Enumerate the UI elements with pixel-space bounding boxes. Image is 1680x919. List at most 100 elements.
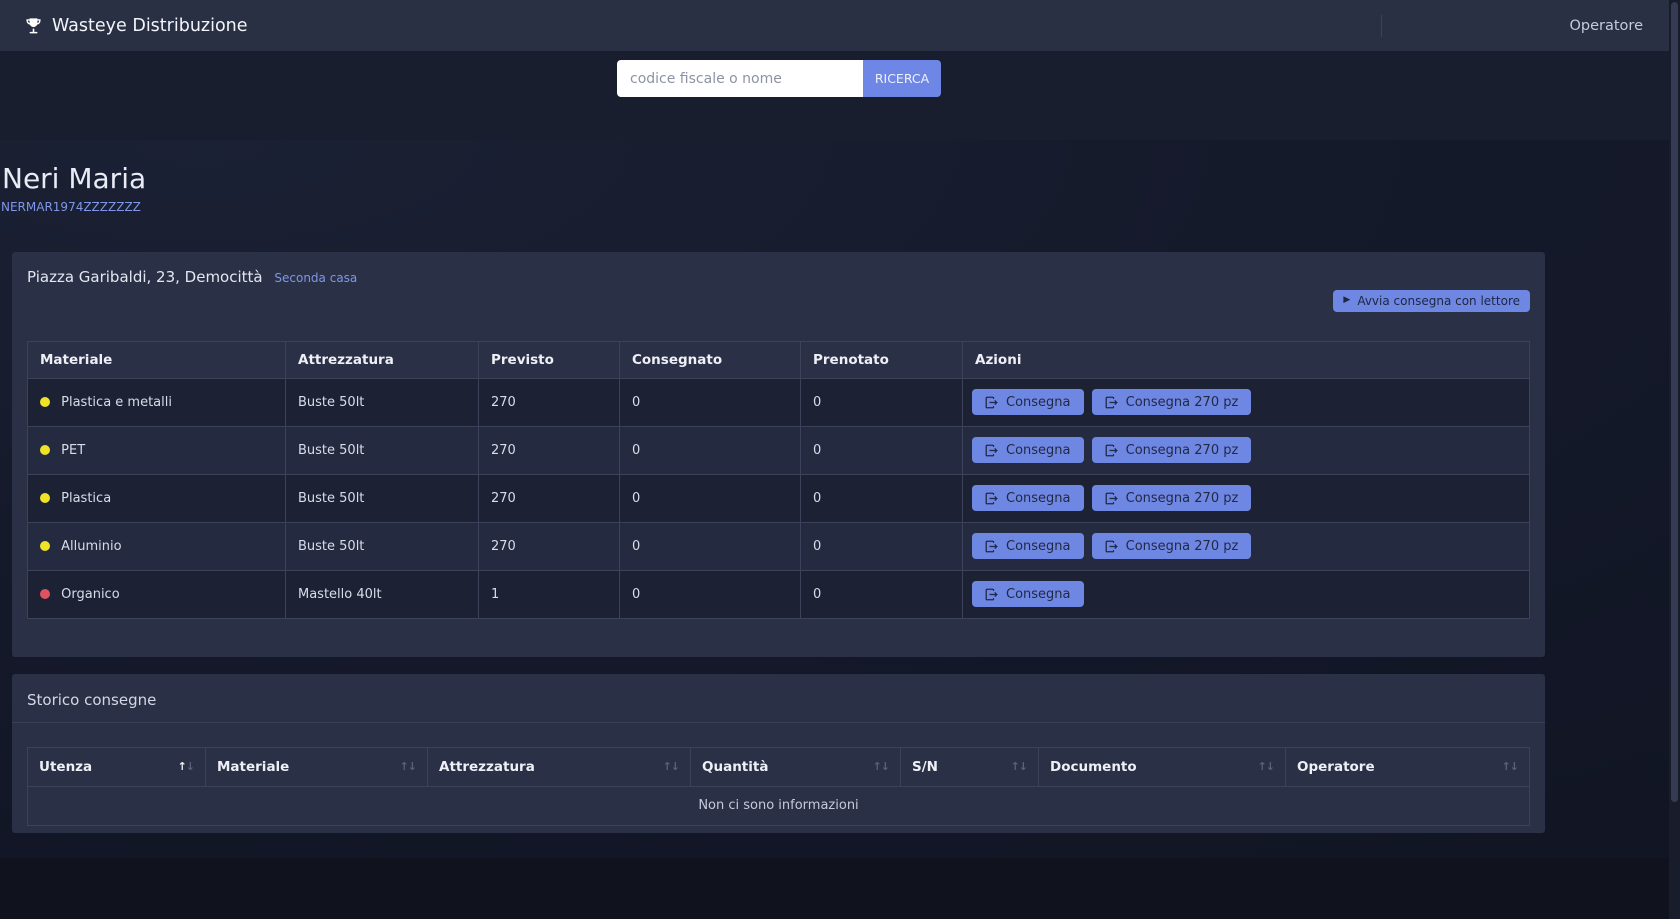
empty-state-message: Non ci sono informazioni	[28, 786, 1530, 825]
search-section: RICERCA	[0, 51, 1669, 140]
sort-icons: ↑↓	[1502, 760, 1518, 773]
consegna-qty-button[interactable]: Consegna 270 pz	[1092, 389, 1252, 415]
empty-row: Non ci sono informazioni	[28, 786, 1530, 825]
consegnato-cell: 0	[620, 378, 801, 426]
consegna-button[interactable]: Consegna	[972, 533, 1084, 559]
box-arrow-right-icon	[985, 588, 998, 601]
sort-col-operatore[interactable]: Operatore ↑↓	[1286, 747, 1530, 786]
customer-code-link[interactable]: NERMAR1974ZZZZZZZ	[1, 200, 141, 214]
col-materiale: Materiale	[28, 341, 286, 378]
sort-desc-icon: ↓	[881, 760, 889, 773]
sort-desc-icon: ↓	[1266, 760, 1274, 773]
consegna-qty-button[interactable]: Consegna 270 pz	[1092, 533, 1252, 559]
consegnato-cell: 0	[620, 426, 801, 474]
consegna-button[interactable]: Consegna	[972, 581, 1084, 607]
sort-asc-icon: ↑	[400, 760, 408, 773]
attrezzatura-cell: Mastello 40lt	[286, 570, 479, 618]
status-dot	[40, 445, 50, 455]
page-bottom	[0, 858, 1669, 919]
col-prenotato: Prenotato	[801, 341, 963, 378]
scrollbar[interactable]	[1669, 0, 1680, 919]
materiale-cell: PET	[28, 426, 286, 474]
search-button[interactable]: RICERCA	[863, 60, 941, 97]
delivery-card: Piazza Garibaldi, 23, Democittà Seconda …	[12, 252, 1545, 657]
previsto-cell: 270	[479, 522, 620, 570]
attrezzatura-cell: Buste 50lt	[286, 474, 479, 522]
box-arrow-right-icon	[985, 396, 998, 409]
consegna-button[interactable]: Consegna	[972, 485, 1084, 511]
sort-asc-icon: ↑	[663, 760, 671, 773]
consegnato-cell: 0	[620, 474, 801, 522]
prenotato-cell: 0	[801, 474, 963, 522]
scrollbar-thumb[interactable]	[1671, 2, 1678, 802]
address-text: Piazza Garibaldi, 23, Democittà	[27, 268, 263, 286]
consegna-button[interactable]: Consegna	[972, 437, 1084, 463]
box-arrow-right-icon	[985, 492, 998, 505]
consegnato-cell: 0	[620, 570, 801, 618]
col-consegnato: Consegnato	[620, 341, 801, 378]
search-bar: RICERCA	[617, 60, 941, 97]
materials-header-row: Materiale Attrezzatura Previsto Consegna…	[28, 341, 1530, 378]
search-input[interactable]	[617, 60, 863, 97]
sort-icons: ↑↓	[178, 760, 194, 773]
operator-menu[interactable]: Operatore	[1569, 18, 1643, 34]
material-row: Alluminio Buste 50lt 270 0 0 Consegna	[28, 522, 1530, 570]
col-previsto: Previsto	[479, 341, 620, 378]
previsto-cell: 270	[479, 474, 620, 522]
sort-asc-icon: ↑	[1258, 760, 1266, 773]
sort-col-quantita[interactable]: Quantità ↑↓	[691, 747, 901, 786]
consegna-qty-button[interactable]: Consegna 270 pz	[1092, 437, 1252, 463]
azioni-cell: Consegna Consegna 270 pz	[963, 474, 1530, 522]
sort-col-utenza[interactable]: Utenza ↑↓	[28, 747, 206, 786]
col-azioni: Azioni	[963, 341, 1530, 378]
consegna-qty-button[interactable]: Consegna 270 pz	[1092, 485, 1252, 511]
sort-desc-icon: ↓	[408, 760, 416, 773]
start-delivery-reader-button[interactable]: ▶ Avvia consegna con lettore	[1333, 290, 1530, 312]
sort-asc-icon: ↑	[178, 760, 186, 773]
page-title: Neri Maria	[2, 162, 1669, 196]
sort-desc-icon: ↓	[1510, 760, 1518, 773]
sort-desc-icon: ↓	[1019, 760, 1027, 773]
history-table: Utenza ↑↓ Materiale ↑↓	[27, 747, 1530, 826]
prenotato-cell: 0	[801, 522, 963, 570]
material-row: Plastica Buste 50lt 270 0 0 Consegna	[28, 474, 1530, 522]
box-arrow-right-icon	[1105, 396, 1118, 409]
box-arrow-right-icon	[1105, 540, 1118, 553]
sort-col-sn[interactable]: S/N ↑↓	[901, 747, 1039, 786]
sort-asc-icon: ↑	[1502, 760, 1510, 773]
main-content: Neri Maria NERMAR1974ZZZZZZZ Piazza Gari…	[0, 140, 1669, 858]
status-dot	[40, 397, 50, 407]
history-card-title: Storico consegne	[12, 674, 1545, 723]
material-row: Organico Mastello 40lt 1 0 0 Consegna	[28, 570, 1530, 618]
sort-desc-icon: ↓	[186, 760, 194, 773]
navbar-divider	[1381, 15, 1382, 37]
material-row: Plastica e metalli Buste 50lt 270 0 0 Co…	[28, 378, 1530, 426]
materiale-cell: Plastica e metalli	[28, 378, 286, 426]
app-brand[interactable]: Wasteye Distribuzione	[24, 16, 248, 36]
sort-icons: ↑↓	[873, 760, 889, 773]
materiale-cell: Alluminio	[28, 522, 286, 570]
trophy-icon	[24, 16, 43, 35]
prenotato-cell: 0	[801, 426, 963, 474]
azioni-cell: Consegna	[963, 570, 1530, 618]
materials-table: Materiale Attrezzatura Previsto Consegna…	[27, 341, 1530, 619]
address-secondary-link[interactable]: Seconda casa	[274, 271, 357, 285]
brand-label: Wasteye Distribuzione	[52, 16, 248, 36]
azioni-cell: Consegna Consegna 270 pz	[963, 426, 1530, 474]
navbar: Wasteye Distribuzione Operatore	[0, 0, 1669, 51]
sort-icons: ↑↓	[663, 760, 679, 773]
attrezzatura-cell: Buste 50lt	[286, 522, 479, 570]
consegna-button[interactable]: Consegna	[972, 389, 1084, 415]
status-dot	[40, 541, 50, 551]
sort-col-materiale[interactable]: Materiale ↑↓	[206, 747, 428, 786]
attrezzatura-cell: Buste 50lt	[286, 426, 479, 474]
previsto-cell: 1	[479, 570, 620, 618]
history-header-row: Utenza ↑↓ Materiale ↑↓	[28, 747, 1530, 786]
sort-col-documento[interactable]: Documento ↑↓	[1039, 747, 1286, 786]
azioni-cell: Consegna Consegna 270 pz	[963, 522, 1530, 570]
sort-asc-icon: ↑	[873, 760, 881, 773]
sort-col-attrezzatura[interactable]: Attrezzatura ↑↓	[428, 747, 691, 786]
prenotato-cell: 0	[801, 570, 963, 618]
material-row: PET Buste 50lt 270 0 0 Consegna	[28, 426, 1530, 474]
sort-icons: ↑↓	[1011, 760, 1027, 773]
